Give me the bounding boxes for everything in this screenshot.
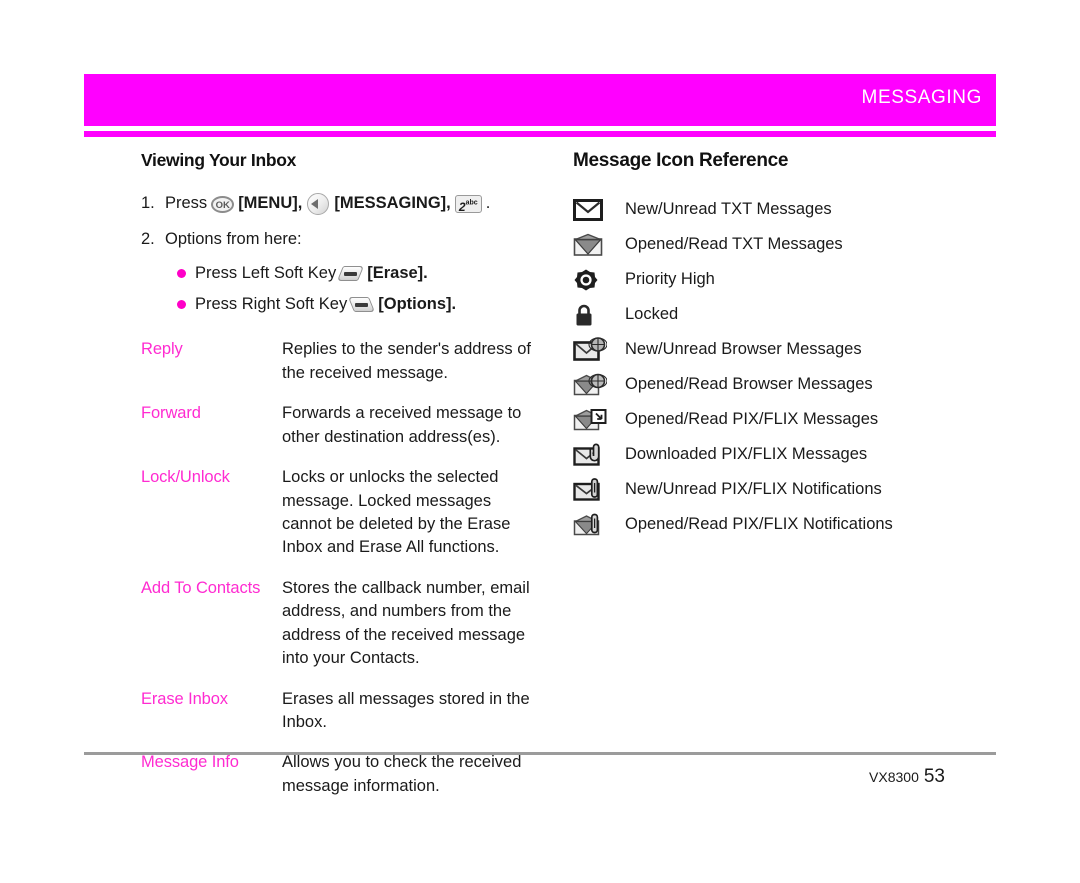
open-envelope-globe-icon xyxy=(573,367,625,402)
bullet-2-prefix: Press Right Soft Key xyxy=(195,295,348,314)
ok-key-icon: OK xyxy=(211,195,235,213)
manual-page: MESSAGING Viewing Your Inbox 1. Press OK… xyxy=(0,0,1080,883)
right-column: Message Icon Reference New/Unread TXT Me… xyxy=(573,150,997,542)
header-band: MESSAGING xyxy=(84,74,996,126)
icon-label: Locked xyxy=(625,304,679,323)
bullet-2-label: [Options]. xyxy=(378,295,457,314)
bullet-dot-icon xyxy=(177,269,186,279)
definition-row: Message Info Allows you to check the rec… xyxy=(141,751,541,798)
open-envelope-pin-icon xyxy=(573,507,625,542)
priority-high-icon xyxy=(573,262,625,297)
closed-envelope-pin-icon xyxy=(573,472,625,507)
definition-term: Erase Inbox xyxy=(141,689,228,708)
bullet-1-prefix: Press Left Soft Key xyxy=(195,264,337,283)
right-soft-key-icon xyxy=(348,297,376,313)
bullet-dot-icon xyxy=(177,300,186,310)
icon-reference-row: Opened/Read PIX/FLIX Notifications xyxy=(573,507,997,542)
icon-reference-row: Downloaded PIX/FLIX Messages xyxy=(573,437,997,472)
definition-description: Allows you to check the received message… xyxy=(282,753,522,795)
closed-envelope-icon xyxy=(573,192,625,227)
definition-term: Add To Contacts xyxy=(141,578,261,597)
page-number: 53 xyxy=(923,766,945,787)
number-key-letters: abc xyxy=(465,199,478,207)
closed-envelope-globe-icon xyxy=(573,332,625,367)
bullet-1-label: [Erase]. xyxy=(367,264,428,283)
icon-reference-row: New/Unread TXT Messages xyxy=(573,192,997,227)
closed-envelope-paperclip-icon xyxy=(573,437,625,472)
definition-row: Lock/Unlock Locks or unlocks the selecte… xyxy=(141,466,541,560)
icon-reference-row: Priority High xyxy=(573,262,997,297)
definition-term: Forward xyxy=(141,404,201,423)
right-section-title: Message Icon Reference xyxy=(573,150,789,171)
page-header-title: MESSAGING xyxy=(861,87,982,108)
step-1-messaging-label: [MESSAGING], xyxy=(334,194,451,213)
footer: VX8300 53 xyxy=(869,766,945,788)
step-1-prefix: Press xyxy=(165,194,208,213)
icon-label: Opened/Read PIX/FLIX Messages xyxy=(625,409,879,428)
icon-label: New/Unread TXT Messages xyxy=(625,199,832,218)
step-1-menu-label: [MENU], xyxy=(238,194,303,213)
header-accent-rule xyxy=(84,131,996,137)
bullet-left-soft-key: Press Left Soft Key [Erase]. xyxy=(177,264,541,283)
step-1-number: 1. xyxy=(141,194,155,212)
left-soft-key-icon xyxy=(337,266,365,282)
open-envelope-download-box-icon xyxy=(573,402,625,437)
footer-model: VX8300 xyxy=(869,769,919,785)
number-key-2-icon: 2abc xyxy=(454,195,482,214)
step-1-suffix: . xyxy=(485,194,491,213)
icon-reference-row: Opened/Read TXT Messages xyxy=(573,227,997,262)
definition-description: Stores the callback number, email addres… xyxy=(282,578,530,668)
left-section-title: Viewing Your Inbox xyxy=(141,150,297,170)
icon-reference-row: New/Unread PIX/FLIX Notifications xyxy=(573,472,997,507)
icon-reference-row: New/Unread Browser Messages xyxy=(573,332,997,367)
bullet-right-soft-key: Press Right Soft Key [Options]. xyxy=(177,295,541,314)
definition-description: Erases all messages stored in the Inbox. xyxy=(282,689,530,731)
icon-label: Priority High xyxy=(625,269,715,288)
step-1: 1. Press OK [MENU], [MESSAGING], 2abc . xyxy=(141,193,541,215)
icon-label: Opened/Read Browser Messages xyxy=(625,374,873,393)
padlock-icon xyxy=(573,297,625,332)
definition-row: Add To Contacts Stores the callback numb… xyxy=(141,577,541,671)
definition-description: Locks or unlocks the selected message. L… xyxy=(282,468,511,557)
icon-label: Opened/Read TXT Messages xyxy=(625,234,843,253)
left-column: Viewing Your Inbox 1. Press OK [MENU], [… xyxy=(141,150,541,815)
icon-reference-row: Locked xyxy=(573,297,997,332)
icon-label: Downloaded PIX/FLIX Messages xyxy=(625,444,868,463)
inbox-options-list: Reply Replies to the sender's address of… xyxy=(141,338,541,798)
icon-reference-row: Opened/Read PIX/FLIX Messages xyxy=(573,402,997,437)
definition-row: Reply Replies to the sender's address of… xyxy=(141,338,541,385)
icon-label: New/Unread PIX/FLIX Notifications xyxy=(625,479,882,498)
left-arrow-navigation-key-icon xyxy=(307,193,330,215)
footer-rule xyxy=(84,752,996,755)
step-2-text: Options from here: xyxy=(165,230,302,248)
icon-reference-row: Opened/Read Browser Messages xyxy=(573,367,997,402)
open-envelope-icon xyxy=(573,227,625,262)
definition-term: Lock/Unlock xyxy=(141,468,230,487)
definition-description: Replies to the sender's address of the r… xyxy=(282,340,531,382)
step-2: 2. Options from here: xyxy=(141,229,541,250)
icon-label: Opened/Read PIX/FLIX Notifications xyxy=(625,514,893,533)
definition-description: Forwards a received message to other des… xyxy=(282,404,522,446)
definition-term: Reply xyxy=(141,340,183,359)
icon-label: New/Unread Browser Messages xyxy=(625,339,862,358)
definition-row: Erase Inbox Erases all messages stored i… xyxy=(141,688,541,735)
definition-row: Forward Forwards a received message to o… xyxy=(141,402,541,449)
step-2-number: 2. xyxy=(141,230,155,248)
number-key-digit: 2 xyxy=(458,200,466,214)
